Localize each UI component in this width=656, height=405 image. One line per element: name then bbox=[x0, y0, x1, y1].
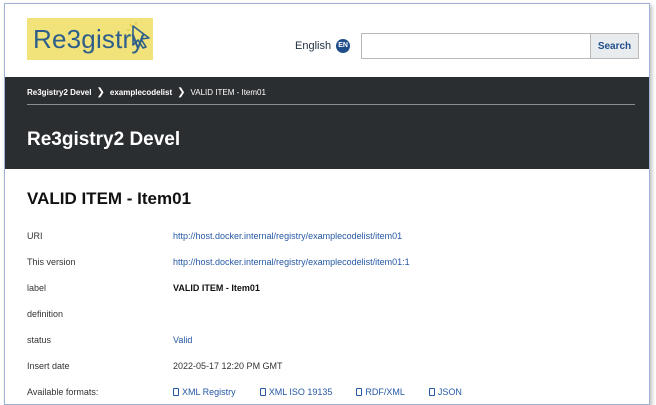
page-frame: Re3gistry English EN Search Re3gistry2 D… bbox=[4, 3, 650, 405]
format-label: JSON bbox=[437, 387, 462, 397]
field-label: This version bbox=[27, 257, 76, 267]
item-title: VALID ITEM - Item01 bbox=[27, 189, 192, 208]
format-link-xml-registry[interactable]: XML Registry bbox=[173, 387, 236, 397]
top-bar: Re3gistry English EN Search bbox=[5, 4, 649, 76]
cursor-icon bbox=[127, 22, 150, 49]
search-input[interactable] bbox=[361, 33, 591, 59]
registry-header-band: Re3gistry2 Devel ❯ examplecodelist ❯ VAL… bbox=[5, 77, 649, 169]
document-icon bbox=[428, 388, 435, 396]
field-label: status bbox=[27, 335, 52, 345]
breadcrumb-item-current: VALID ITEM - Item01 bbox=[190, 88, 266, 97]
format-label: RDF/XML bbox=[365, 387, 405, 397]
breadcrumb-separator: ❯ bbox=[96, 87, 105, 98]
breadcrumb-separator: ❯ bbox=[177, 87, 186, 98]
search-button[interactable]: Search bbox=[591, 33, 639, 59]
document-icon bbox=[356, 388, 363, 396]
breadcrumb-item-register[interactable]: examplecodelist bbox=[110, 88, 172, 97]
field-label: label bbox=[27, 283, 47, 293]
breadcrumb-item-registry[interactable]: Re3gistry2 Devel bbox=[27, 88, 91, 97]
registry-title: Re3gistry2 Devel bbox=[27, 129, 181, 150]
uri-link[interactable]: http://host.docker.internal/registry/exa… bbox=[173, 231, 402, 241]
field-row-uri: URI http://host.docker.internal/registry… bbox=[27, 231, 637, 249]
label-value: VALID ITEM - Item01 bbox=[173, 283, 260, 293]
format-link-json[interactable]: JSON bbox=[428, 387, 462, 397]
re3gistry-logo[interactable]: Re3gistry bbox=[27, 18, 153, 60]
field-label: URI bbox=[27, 231, 43, 241]
field-row-insert-date: Insert date 2022-05-17 12:20 PM GMT bbox=[27, 361, 637, 379]
field-label: Available formats: bbox=[27, 387, 99, 397]
language-code-badge: EN bbox=[336, 39, 351, 53]
language-selector[interactable]: English EN bbox=[295, 39, 351, 53]
document-icon bbox=[259, 388, 266, 396]
format-label: XML Registry bbox=[182, 387, 236, 397]
field-row-definition: definition bbox=[27, 309, 637, 327]
divider bbox=[27, 104, 635, 105]
field-row-available-formats: Available formats: XML Registry XML ISO … bbox=[27, 387, 637, 404]
language-label: English bbox=[295, 40, 332, 52]
field-row-label: label VALID ITEM - Item01 bbox=[27, 283, 637, 301]
format-links: XML Registry XML ISO 19135 RDF/XML JSON bbox=[173, 387, 462, 397]
format-link-xml-iso-19135[interactable]: XML ISO 19135 bbox=[259, 387, 333, 397]
field-label: Insert date bbox=[27, 361, 70, 371]
format-link-rdf-xml[interactable]: RDF/XML bbox=[356, 387, 405, 397]
field-label: definition bbox=[27, 309, 64, 319]
document-icon bbox=[173, 388, 179, 396]
item-content: VALID ITEM - Item01 URI http://host.dock… bbox=[5, 169, 649, 404]
format-label: XML ISO 19135 bbox=[268, 387, 333, 397]
insert-date-value: 2022-05-17 12:20 PM GMT bbox=[173, 361, 283, 371]
field-row-status: status Valid bbox=[27, 335, 637, 353]
this-version-link[interactable]: http://host.docker.internal/registry/exa… bbox=[173, 257, 410, 267]
status-link[interactable]: Valid bbox=[173, 335, 192, 345]
field-row-this-version: This version http://host.docker.internal… bbox=[27, 257, 637, 275]
breadcrumb: Re3gistry2 Devel ❯ examplecodelist ❯ VAL… bbox=[27, 87, 266, 98]
